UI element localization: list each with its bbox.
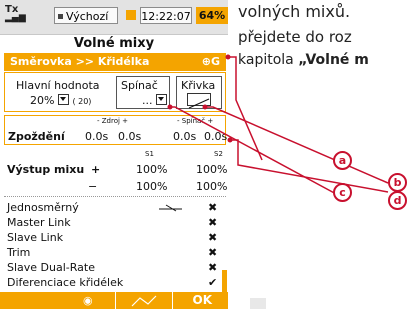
option-value: ✖ (208, 231, 218, 244)
minus-sign: − (88, 180, 98, 193)
curve-button[interactable] (187, 93, 211, 109)
output-minus-s1[interactable]: 100% (136, 180, 167, 193)
scrollbar[interactable] (222, 270, 227, 292)
delay-label: Zpoždění (8, 130, 65, 143)
delay-value-1[interactable]: 0.0s (85, 130, 108, 143)
link-icon (159, 204, 182, 212)
main-value-field[interactable]: 20% ( 20) (30, 94, 91, 107)
option-value: ✔ (208, 276, 218, 289)
doc-line-1: volných mixů. (238, 2, 351, 21)
column-s1: S1 (145, 150, 154, 158)
switch-value: ... (142, 94, 153, 107)
main-value: 20% (30, 94, 55, 107)
transmitter-screen: Tx ▂▄▆ Výchozí 12:22:07 64% Volné mixy S… (0, 0, 228, 309)
option-label: Slave Dual-Rate (7, 261, 95, 274)
plus-sign: + (91, 163, 101, 176)
curve-softkey[interactable] (116, 292, 172, 309)
main-value-sub: ( 20) (72, 97, 92, 106)
output-plus-s2[interactable]: 100% (196, 163, 227, 176)
callout-b: b (388, 173, 407, 192)
dropdown-icon (156, 94, 167, 105)
battery-level: 64% (196, 7, 228, 24)
delay-value-4[interactable]: 0.0s (204, 130, 227, 143)
list-item[interactable]: Jednosměrný ✖ (0, 201, 228, 216)
output-label: Výstup mixu + (7, 163, 100, 176)
option-label: Master Link (7, 216, 71, 229)
callout-c: c (333, 183, 352, 202)
switch-delay-label: - Spínač + (177, 117, 214, 125)
source-label: - Zdroj + (97, 117, 129, 125)
switch-label: Spínač (121, 79, 158, 92)
list-item[interactable]: Slave Dual-Rate ✖ (0, 261, 228, 276)
callout-d: d (388, 191, 407, 210)
option-value: ✖ (208, 246, 218, 259)
page-fragment (250, 298, 266, 309)
curve-icon (188, 98, 210, 109)
output-minus-s2[interactable]: 100% (196, 180, 227, 193)
delay-value-3[interactable]: 0.0s (173, 130, 196, 143)
softkey-divider (172, 292, 173, 309)
mode-label: Výchozí (66, 10, 109, 23)
option-label: Trim (7, 246, 31, 259)
view-softkey[interactable]: ◉ (55, 292, 115, 309)
signal-bars-icon: ▂▄▆ (5, 13, 26, 23)
model-mode-field[interactable]: Výchozí (54, 7, 118, 24)
clock: 12:22:07 (140, 7, 192, 24)
switch-field[interactable]: ... (142, 94, 167, 107)
curve-edit-icon (131, 295, 157, 307)
option-value: ✖ (208, 261, 218, 274)
ok-button[interactable]: OK (193, 293, 213, 307)
callout-a: a (333, 151, 352, 170)
option-value: ✖ (208, 201, 218, 214)
softkey-bar: ◉ OK (0, 292, 228, 309)
option-label: Jednosměrný (7, 201, 79, 214)
signal-indicator: Tx ▂▄▆ (5, 5, 26, 23)
mix-name: Směrovka >> Křidélka (10, 55, 150, 68)
doc-line-3-bold: „Volné m (298, 52, 369, 68)
dropdown-icon (57, 94, 69, 105)
receiver-battery-icon (126, 10, 136, 20)
list-item[interactable]: Master Link ✖ (0, 216, 228, 231)
doc-line-2: přejdete do roz (238, 28, 352, 46)
output-plus-s1[interactable]: 100% (136, 163, 167, 176)
option-value: ✖ (208, 216, 218, 229)
option-label: Diferenciace křidélek (7, 276, 124, 289)
list-item[interactable]: Slave Link ✖ (0, 231, 228, 246)
curve-label: Křivka (181, 79, 216, 92)
eye-icon: ◉ (83, 294, 93, 307)
list-item[interactable]: Diferenciace křidélek ✔ (0, 276, 228, 291)
doc-line-3: kapitola „Volné m (238, 52, 369, 68)
list-item[interactable]: Trim ✖ (0, 246, 228, 261)
mode-icon (58, 14, 63, 19)
main-value-label: Hlavní hodnota (16, 79, 100, 92)
page-title: Volné mixy (73, 36, 155, 51)
doc-line-3-prefix: kapitola (238, 52, 299, 68)
column-s2: S2 (214, 150, 223, 158)
output-label-text: Výstup mixu (7, 163, 85, 176)
status-bar: Tx ▂▄▆ Výchozí 12:22:07 64% (0, 0, 228, 35)
divider (4, 196, 226, 197)
mix-selector[interactable]: Směrovka >> Křidélka ⊕G (4, 53, 226, 71)
option-label: Slave Link (7, 231, 64, 244)
delay-value-2[interactable]: 0.0s (118, 130, 141, 143)
mix-settings-icon[interactable]: ⊕G (202, 53, 220, 71)
